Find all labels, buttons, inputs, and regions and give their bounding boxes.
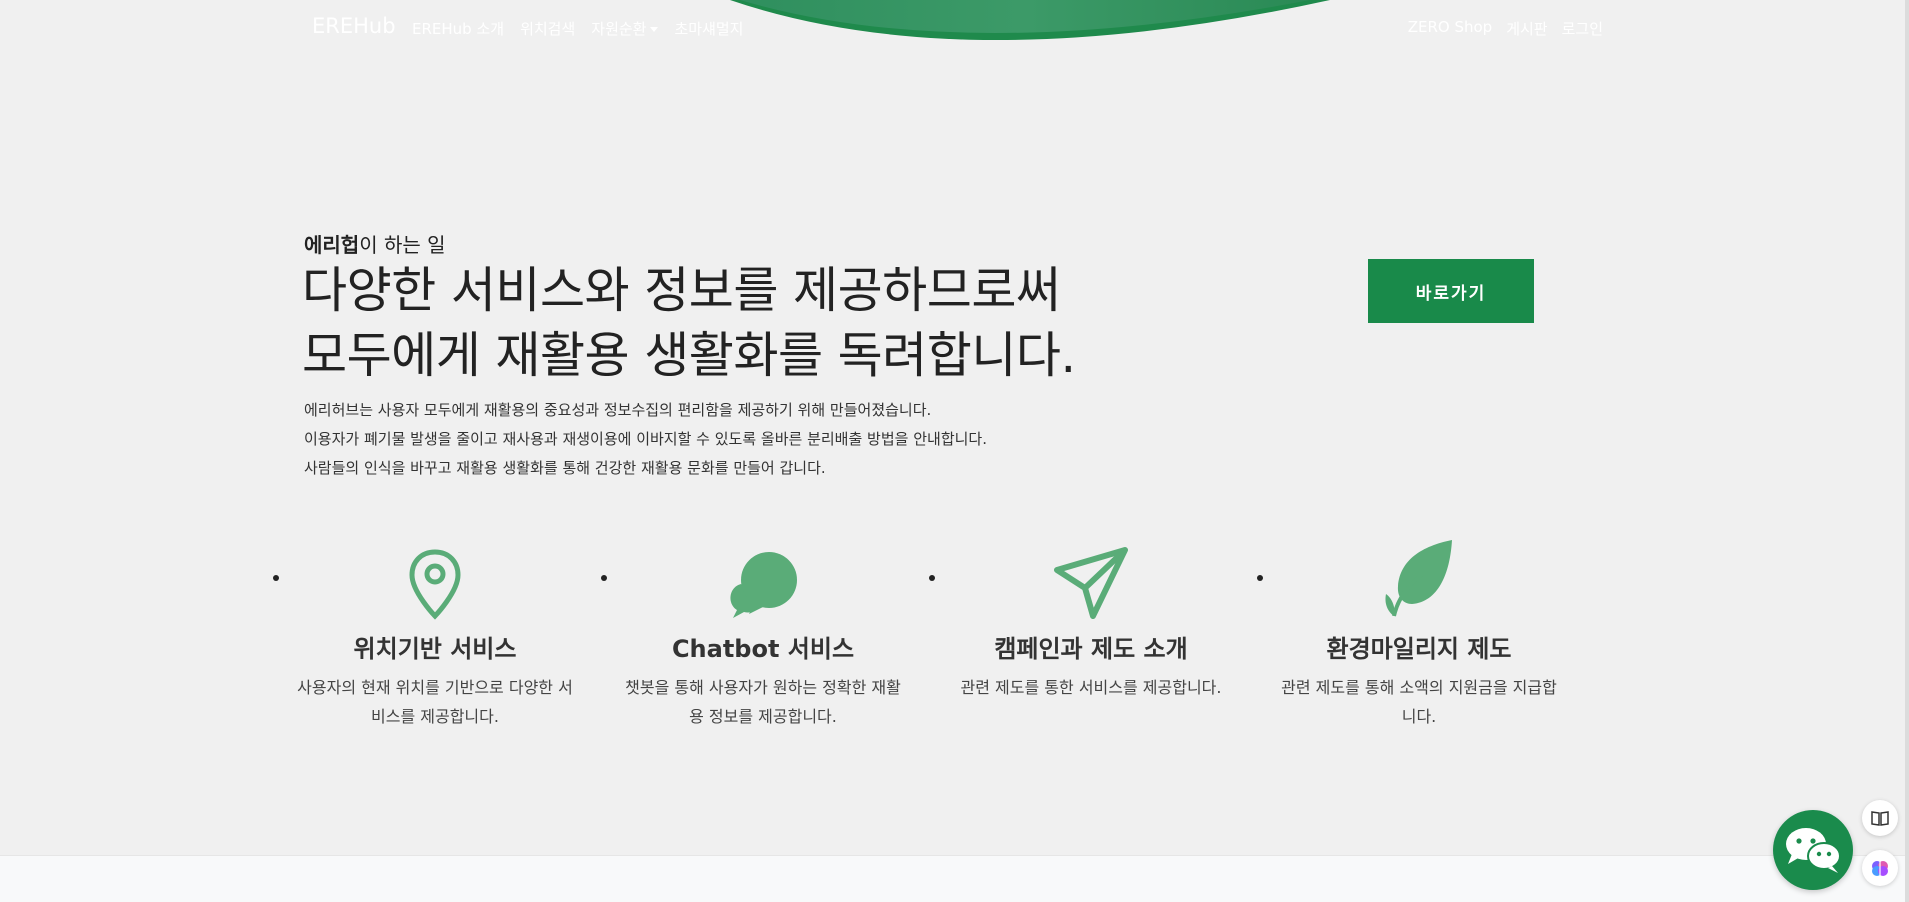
caret-down-icon (650, 27, 659, 32)
brand-logo[interactable]: EREHub (312, 14, 396, 38)
feature-desc: 사용자의 현재 위치를 기반으로 다양한 서비스를 제공합니다. (297, 678, 573, 726)
features-list: 위치기반 서비스 사용자의 현재 위치를 기반으로 다양한 서비스를 제공합니다… (273, 540, 1625, 740)
feature-title: 환경마일리지 제도 (1326, 635, 1512, 663)
nav-dropdown-label: 자원순환 (591, 20, 647, 38)
intro-title-line-1: 다양한 서비스와 정보를 제공하므로써 (302, 262, 1061, 319)
intro-title-line-2: 모두에게 재활용 생활화를 독려합니다. (302, 327, 1076, 384)
go-button[interactable]: 바로가기 (1368, 259, 1534, 323)
feature-title: 위치기반 서비스 (353, 635, 517, 663)
wechat-icon (1786, 828, 1841, 873)
leaf-icon (1269, 540, 1569, 620)
intro-desc-line-1: 에리허브는 사용자 모두에게 재활용의 중요성과 정보수집의 편리함을 제공하기… (304, 401, 932, 419)
top-navbar: EREHub EREHub 소개 위치검색 자원순환 초마섀멀지 ZERO Sh… (0, 0, 1909, 56)
nav-link-location-search[interactable]: 위치검색 (520, 18, 575, 39)
nav-link-about[interactable]: EREHub 소개 (412, 18, 504, 39)
feature-desc: 관련 제도를 통한 서비스를 제공합니다. (960, 678, 1222, 697)
feature-desc: 관련 제도를 통해 소액의 지원금을 지급합니다. (1281, 678, 1557, 726)
bullet-dot (601, 575, 607, 581)
kicker-text: 이 하는 일 (359, 233, 446, 257)
feature-title: 캠페인과 제도 소개 (994, 635, 1188, 663)
location-pin-icon (285, 540, 585, 620)
intro-kicker: 에리헙이 하는 일 (304, 229, 446, 258)
nav-link-zero-shop[interactable]: ZERO Shop (1408, 18, 1492, 39)
nav-link-extra[interactable]: 초마섀멀지 (674, 18, 743, 39)
chat-bubbles-icon (613, 540, 913, 620)
feature-item-mileage: 환경마일리지 제도 관련 제도를 통해 소액의 지원금을 지급합니다. (1257, 540, 1569, 731)
footer-band (0, 855, 1909, 902)
paper-plane-icon (941, 540, 1241, 620)
feature-desc: 챗봇을 통해 사용자가 원하는 정확한 재활용 정보를 제공합니다. (625, 678, 901, 726)
bullet-dot (1257, 575, 1263, 581)
intro-title: 다양한 서비스와 정보를 제공하므로써 모두에게 재활용 생활화를 독려합니다. (302, 258, 1102, 388)
intro-desc-line-3: 사람들의 인식을 바꾸고 재활용 생활화를 통해 건강한 재활용 문화를 만들어… (304, 459, 826, 477)
nav-link-login[interactable]: 로그인 (1562, 18, 1603, 39)
feature-item-chatbot: Chatbot 서비스 챗봇을 통해 사용자가 원하는 정확한 재활용 정보를 … (601, 540, 913, 731)
book-icon (1871, 811, 1889, 826)
nav-left-group: EREHub 소개 위치검색 자원순환 초마섀멀지 (412, 18, 743, 39)
ai-assistant-button[interactable] (1862, 850, 1898, 886)
kicker-brand: 에리헙 (304, 233, 360, 257)
nav-link-board[interactable]: 게시판 (1506, 18, 1547, 39)
intro-desc-line-2: 이용자가 폐기물 발생을 줄이고 재사용과 재생이용에 이바지할 수 있도록 올… (304, 430, 987, 448)
feature-title: Chatbot 서비스 (671, 635, 855, 663)
intro-description: 에리허브는 사용자 모두에게 재활용의 중요성과 정보수집의 편리함을 제공하기… (304, 396, 987, 483)
page-scrollbar[interactable] (1905, 0, 1909, 902)
nav-dropdown-resource-cycle[interactable]: 자원순환 (591, 18, 659, 39)
nav-right-group: ZERO Shop 게시판 로그인 (1408, 18, 1603, 39)
chatbot-fab-button[interactable] (1773, 810, 1853, 890)
bullet-dot (929, 575, 935, 581)
feature-item-location: 위치기반 서비스 사용자의 현재 위치를 기반으로 다양한 서비스를 제공합니다… (273, 540, 585, 731)
feature-item-campaign: 캠페인과 제도 소개 관련 제도를 통한 서비스를 제공합니다. (929, 540, 1241, 702)
reader-mode-button[interactable] (1862, 800, 1898, 836)
bullet-dot (273, 575, 279, 581)
brain-icon (1872, 861, 1888, 876)
